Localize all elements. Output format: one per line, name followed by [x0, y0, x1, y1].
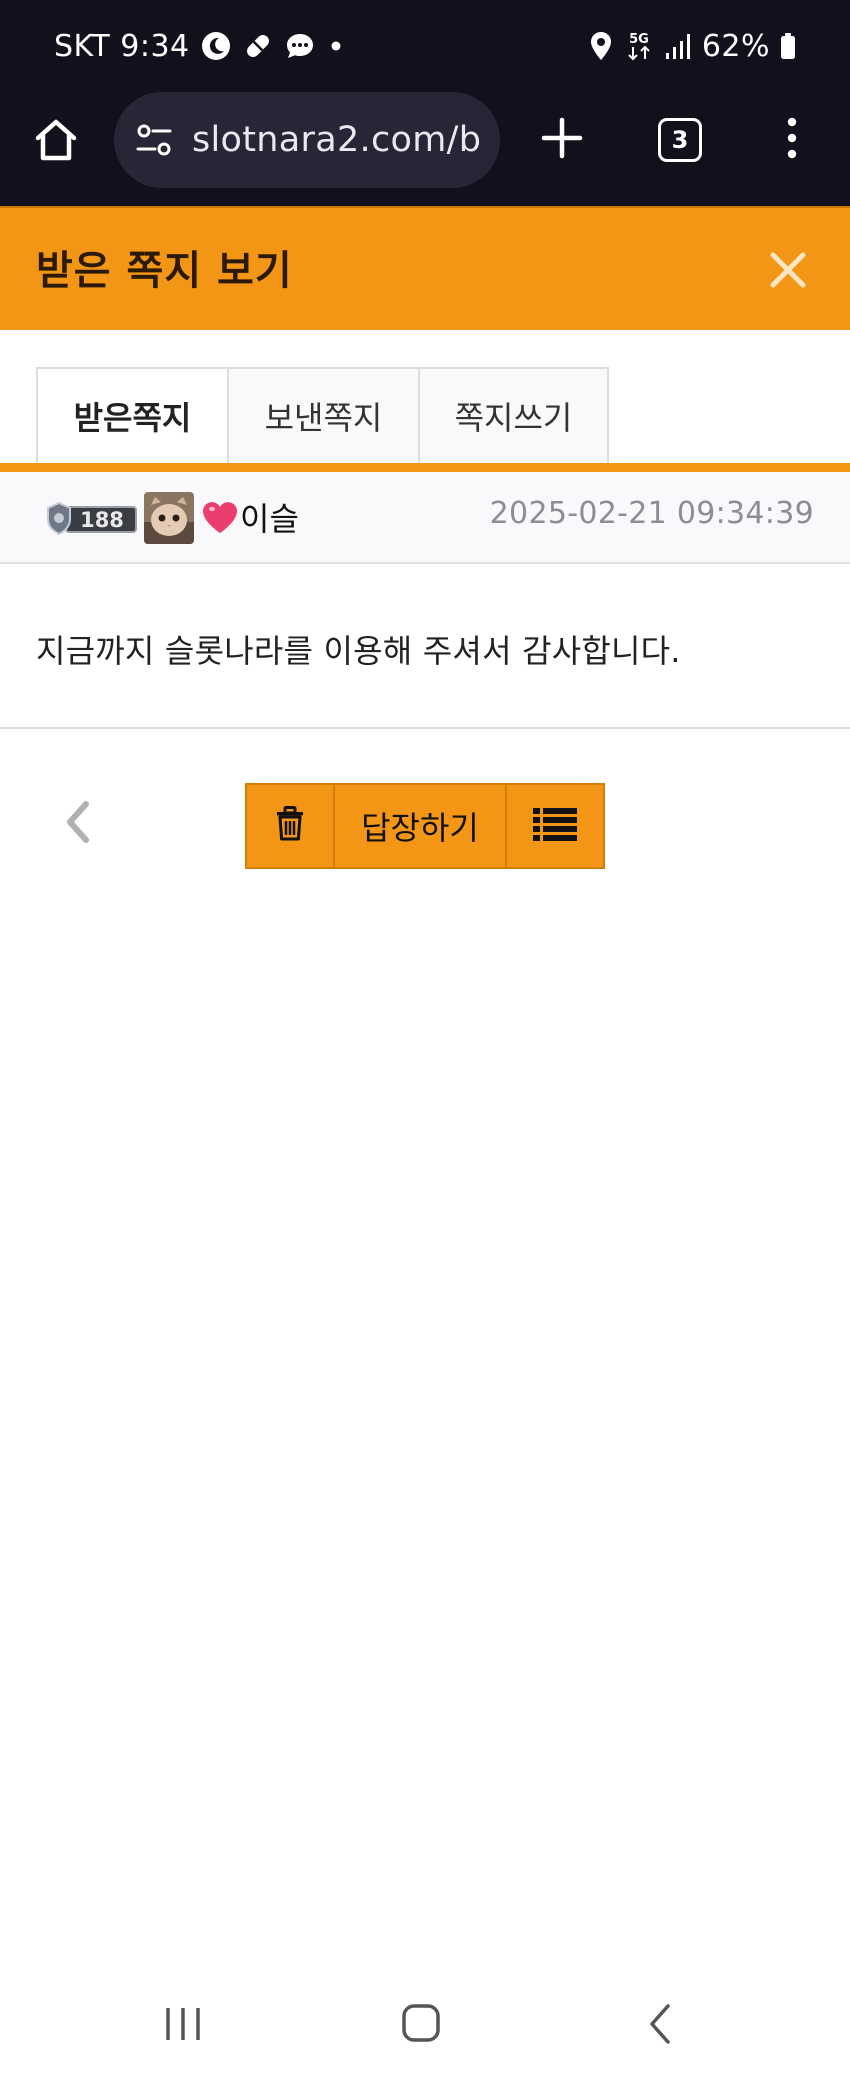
dot-icon	[326, 36, 346, 56]
close-icon[interactable]	[766, 248, 810, 292]
level-text: 188	[80, 508, 124, 532]
recents-icon[interactable]	[163, 2004, 203, 2044]
heart-icon	[200, 498, 240, 536]
tab-received[interactable]: 받은쪽지	[36, 367, 227, 463]
chat-bubble-icon	[284, 30, 316, 62]
sender-name[interactable]: 이슬	[240, 494, 299, 540]
status-right: 5G 62%	[588, 26, 796, 66]
battery-percent: 62%	[701, 28, 770, 64]
pill-icon	[242, 30, 274, 62]
tune-icon[interactable]	[134, 120, 174, 160]
tab-switcher-button[interactable]: 3	[658, 118, 702, 162]
status-left: SKT 9:34	[54, 26, 346, 66]
message-body: 지금까지 슬롯나라를 이용해 주셔서 감사합니다.	[36, 632, 681, 670]
page-title: 받은 쪽지 보기	[36, 248, 293, 294]
nav-home-icon[interactable]	[400, 2002, 442, 2044]
tab-sent[interactable]: 보낸쪽지	[227, 367, 418, 463]
signal-icon	[664, 31, 692, 61]
tabs-divider	[0, 463, 850, 472]
tab-write[interactable]: 쪽지쓰기	[418, 367, 609, 463]
memo-tabs: 받은쪽지 보낸쪽지 쪽지쓰기	[36, 367, 609, 463]
status-bar: SKT 9:34 5G 62%	[0, 0, 850, 92]
page-header: 받은 쪽지 보기	[0, 206, 850, 330]
avatar	[144, 492, 194, 544]
message-meta: 188 이슬 2025-02-21 09:34:39	[0, 472, 850, 564]
moon-icon	[200, 30, 232, 62]
level-badge: 188	[44, 500, 138, 538]
system-nav-bar	[0, 1990, 850, 2078]
list-icon	[533, 807, 577, 845]
more-vert-icon[interactable]	[780, 114, 804, 162]
plus-icon[interactable]	[538, 114, 586, 162]
location-icon	[588, 30, 614, 62]
message-actions: 답장하기	[245, 783, 605, 869]
browser-toolbar: slotnara2.com/b 3	[0, 92, 850, 206]
network-label: 5G	[629, 32, 649, 47]
nav-back-icon[interactable]	[646, 2002, 674, 2046]
battery-icon	[780, 32, 796, 60]
reply-button[interactable]: 답장하기	[335, 785, 507, 867]
url-text[interactable]: slotnara2.com/b	[192, 120, 481, 160]
home-icon[interactable]	[32, 116, 80, 164]
trash-icon	[274, 806, 306, 846]
list-button[interactable]	[507, 785, 603, 867]
delete-button[interactable]	[247, 785, 335, 867]
content-divider	[0, 727, 850, 729]
url-bar[interactable]: slotnara2.com/b	[114, 92, 500, 188]
page: SKT 9:34 5G 62% slotnara2.com/b 3 받은 쪽지 …	[0, 0, 850, 2078]
chevron-left-icon[interactable]	[62, 800, 94, 844]
message-date: 2025-02-21 09:34:39	[489, 496, 814, 531]
network-5g-icon: 5G	[624, 29, 654, 63]
carrier-time: SKT 9:34	[54, 28, 190, 64]
